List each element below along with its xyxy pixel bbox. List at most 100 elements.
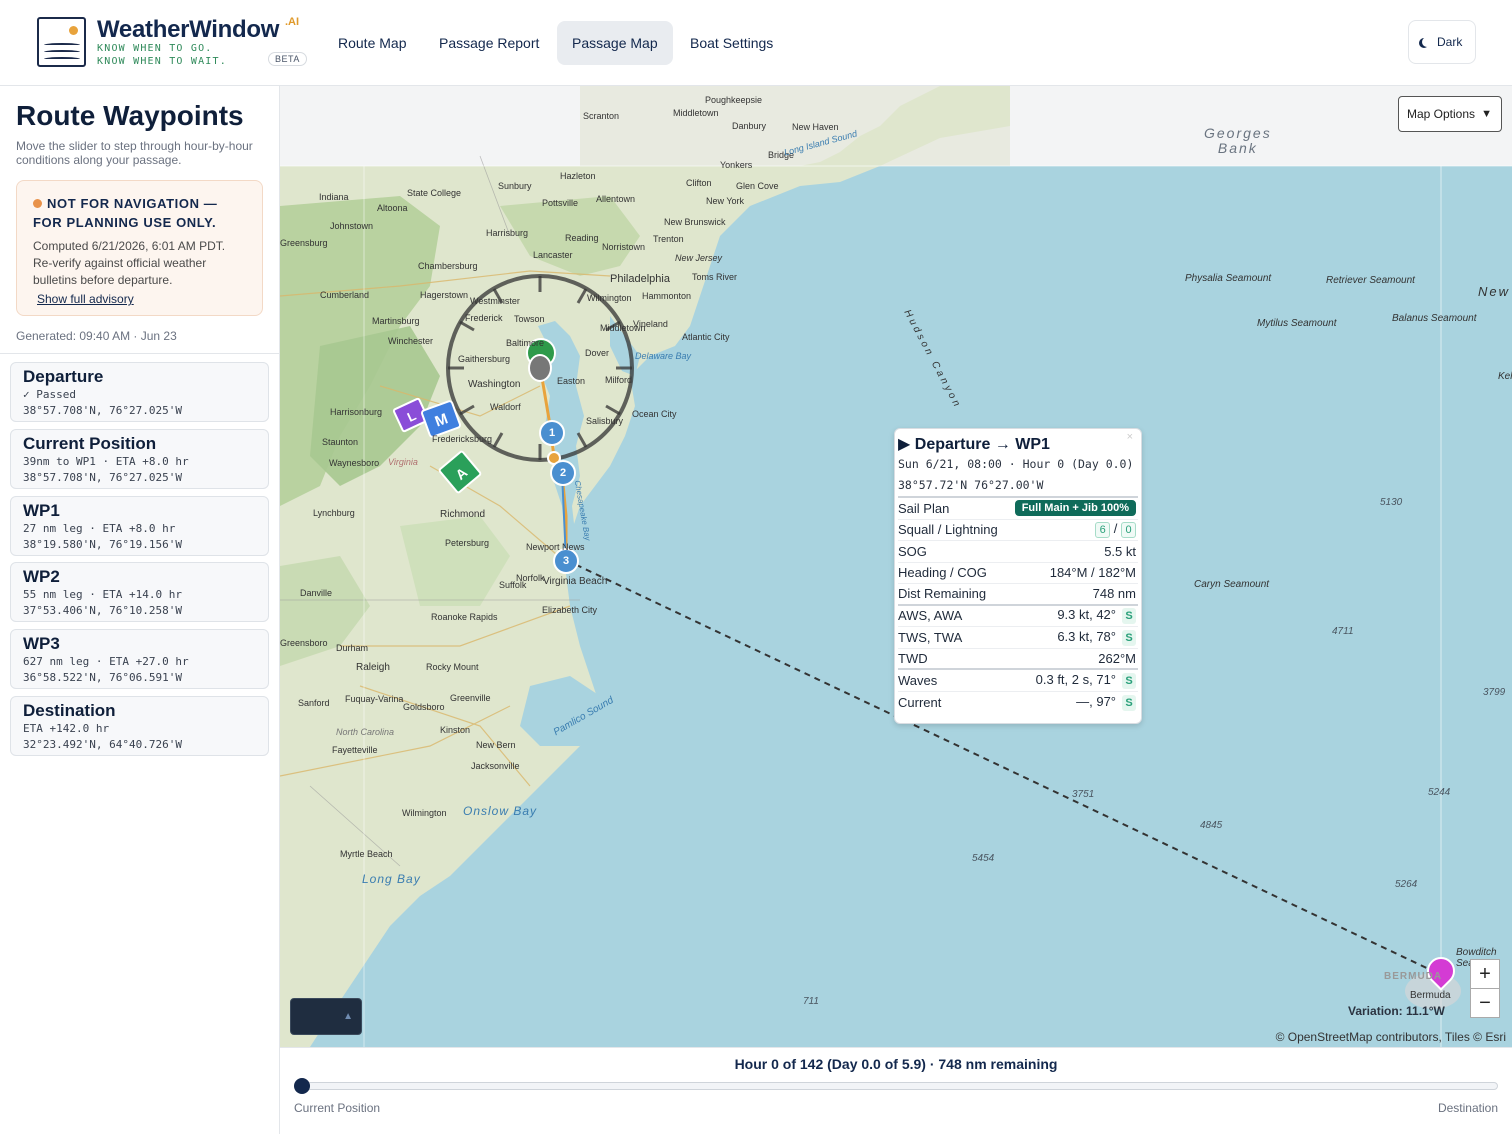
waypoint-marker-1[interactable]: 1 bbox=[539, 420, 565, 446]
city-label: Newport News bbox=[526, 542, 585, 552]
depth-label: 5264 bbox=[1395, 879, 1418, 890]
waypoints-sidebar: Route Waypoints Move the slider to step … bbox=[0, 86, 280, 1134]
nav-passage-report[interactable]: Passage Report bbox=[424, 21, 554, 65]
city-label: Raleigh bbox=[356, 662, 390, 673]
city-label: Frederick bbox=[465, 313, 503, 323]
dark-mode-button[interactable]: Dark bbox=[1408, 20, 1476, 64]
depth-label: 3751 bbox=[1072, 789, 1095, 800]
timeline-panel: Hour 0 of 142 (Day 0.0 of 5.9) · 748 nm … bbox=[280, 1047, 1512, 1134]
city-label: Hammonton bbox=[642, 291, 692, 301]
depth-label: 4711 bbox=[1332, 626, 1354, 637]
city-label: Danville bbox=[300, 588, 333, 598]
popup-row-current: Current —, 97° S bbox=[898, 692, 1138, 714]
popup-row-sail-plan: Sail Plan Full Main + Jib 100% bbox=[898, 498, 1138, 520]
city-label: New Bern bbox=[476, 740, 516, 750]
caret-down-icon: ▼ bbox=[1481, 108, 1492, 120]
city-label: Poughkeepsie bbox=[705, 95, 763, 105]
popup-time: Sun 6/21, 08:00 · Hour 0 (Day 0.0) bbox=[898, 457, 1134, 471]
zoom-in-button[interactable]: + bbox=[1470, 959, 1500, 989]
seamount-label: Balanus Seamount bbox=[1392, 313, 1477, 324]
waypoint-card-current-position[interactable]: Current Position 39nm to WP1 · ETA +8.0 … bbox=[10, 429, 269, 489]
city-label: Baltimore bbox=[506, 338, 545, 348]
city-label: Milford bbox=[605, 375, 633, 385]
sea-label-new: New bbox=[1478, 284, 1511, 299]
city-label: Yonkers bbox=[720, 160, 753, 170]
city-label: Winchester bbox=[388, 336, 434, 346]
city-label: North Carolina bbox=[336, 727, 395, 737]
waypoint-card-wp2[interactable]: WP2 55 nm leg · ETA +14.0 hr 37°53.406'N… bbox=[10, 562, 269, 622]
city-label: Norristown bbox=[602, 242, 646, 252]
popup-row-tws: TWS, TWA 6.3 kt, 78° S bbox=[898, 627, 1138, 649]
brand-name[interactable]: WeatherWindow bbox=[97, 16, 279, 44]
city-label: Cumberland bbox=[320, 290, 370, 300]
depth-label: 4845 bbox=[1200, 820, 1223, 831]
city-label: Greensburg bbox=[280, 238, 328, 248]
map-options-dropdown[interactable]: Map Options ▼ bbox=[1398, 96, 1502, 132]
passage-map[interactable]: 1 2 3 L M A Georges Bank Physalia Seamou… bbox=[280, 86, 1512, 1047]
timeline-slider-thumb[interactable] bbox=[294, 1078, 310, 1094]
city-label: New Brunswick bbox=[664, 217, 726, 227]
popup-row-squall: Squall / Lightning 6 / 0 bbox=[898, 520, 1138, 541]
boat-position-icon[interactable] bbox=[528, 354, 552, 382]
city-label: State College bbox=[407, 188, 462, 198]
city-label: Waynesboro bbox=[329, 458, 380, 468]
city-label: New Jersey bbox=[675, 253, 723, 263]
city-label: Harrisburg bbox=[486, 228, 529, 238]
waypoint-card-destination[interactable]: Destination ETA +142.0 hr 32°23.492'N, 6… bbox=[10, 696, 269, 756]
tagline: KNOW WHEN TO GO. KNOW WHEN TO WAIT. bbox=[97, 43, 227, 67]
city-label: Toms River bbox=[692, 272, 738, 282]
moon-icon bbox=[1422, 37, 1432, 47]
city-label: Greenville bbox=[450, 693, 491, 703]
city-label: Virginia bbox=[388, 457, 418, 467]
city-label: Indiana bbox=[319, 192, 349, 202]
city-label: Ocean City bbox=[632, 409, 677, 419]
city-label: Jacksonville bbox=[471, 761, 520, 771]
city-label: Fayetteville bbox=[332, 745, 378, 755]
city-label: Westminster bbox=[470, 296, 520, 306]
city-label: Bermuda bbox=[1410, 990, 1451, 1001]
city-label: Virginia Beach bbox=[543, 576, 608, 587]
city-label: Roanoke Rapids bbox=[431, 612, 498, 622]
beta-badge: BETA bbox=[268, 52, 307, 66]
show-advisory-link[interactable]: Show full advisory bbox=[37, 292, 134, 306]
city-label: Richmond bbox=[440, 509, 486, 520]
sail-plan-badge: Full Main + Jib 100% bbox=[1014, 500, 1136, 517]
city-label: Greensboro bbox=[280, 638, 328, 648]
depth-label: 3799 bbox=[1483, 687, 1506, 698]
city-label: Fuquay-Varina bbox=[345, 694, 404, 704]
city-label: Harrisonburg bbox=[330, 407, 383, 417]
depth-label: 5244 bbox=[1428, 787, 1451, 798]
logo-icon[interactable] bbox=[37, 17, 86, 67]
nav-boat-settings[interactable]: Boat Settings bbox=[675, 21, 788, 65]
waypoint-card-wp3[interactable]: WP3 627 nm leg · ETA +27.0 hr 36°58.522'… bbox=[10, 629, 269, 689]
zoom-out-button[interactable]: − bbox=[1470, 988, 1500, 1018]
city-label: Johnstown bbox=[330, 221, 374, 231]
city-label: BERMUDA bbox=[1384, 971, 1443, 982]
sea-label-georges-bank: Georges Bank bbox=[1204, 125, 1272, 156]
sea-label-kel: Kel bbox=[1498, 371, 1512, 382]
nav-passage-map[interactable]: Passage Map bbox=[557, 21, 673, 65]
city-label: Goldsboro bbox=[403, 702, 445, 712]
city-label: Philadelphia bbox=[610, 273, 670, 285]
city-label: Elizabeth City bbox=[542, 605, 598, 615]
seamount-label: Retriever Seamount bbox=[1326, 275, 1415, 286]
seamount-label: Caryn Seamount bbox=[1194, 579, 1270, 590]
nav-route-map[interactable]: Route Map bbox=[323, 21, 421, 65]
legend-toggle-button[interactable]: ▲ bbox=[290, 998, 362, 1035]
waypoint-card-departure[interactable]: Departure ✓ Passed 38°57.708'N, 76°27.02… bbox=[10, 362, 269, 422]
close-icon[interactable]: × bbox=[1127, 431, 1133, 443]
timeline-slider-track[interactable] bbox=[302, 1082, 1498, 1090]
city-label: Hagerstown bbox=[420, 290, 469, 300]
city-label: Danbury bbox=[732, 121, 767, 131]
sidebar-title: Route Waypoints bbox=[16, 100, 244, 131]
waypoint-card-wp1[interactable]: WP1 27 nm leg · ETA +8.0 hr 38°19.580'N,… bbox=[10, 496, 269, 556]
popup-row-aws: AWS, AWA 9.3 kt, 42° S bbox=[898, 606, 1138, 627]
city-label: Martinsburg bbox=[372, 316, 420, 326]
timeline-status: Hour 0 of 142 (Day 0.0 of 5.9) · 748 nm … bbox=[734, 1056, 1058, 1072]
city-label: Easton bbox=[557, 376, 586, 386]
city-label: Reading bbox=[565, 233, 599, 243]
city-label: Scranton bbox=[583, 111, 620, 121]
navigation-advisory: NOT FOR NAVIGATION — FOR PLANNING USE ON… bbox=[16, 180, 263, 316]
city-label: Wilmington bbox=[402, 808, 447, 818]
map-attribution: © OpenStreetMap contributors, Tiles © Es… bbox=[1275, 1030, 1506, 1044]
